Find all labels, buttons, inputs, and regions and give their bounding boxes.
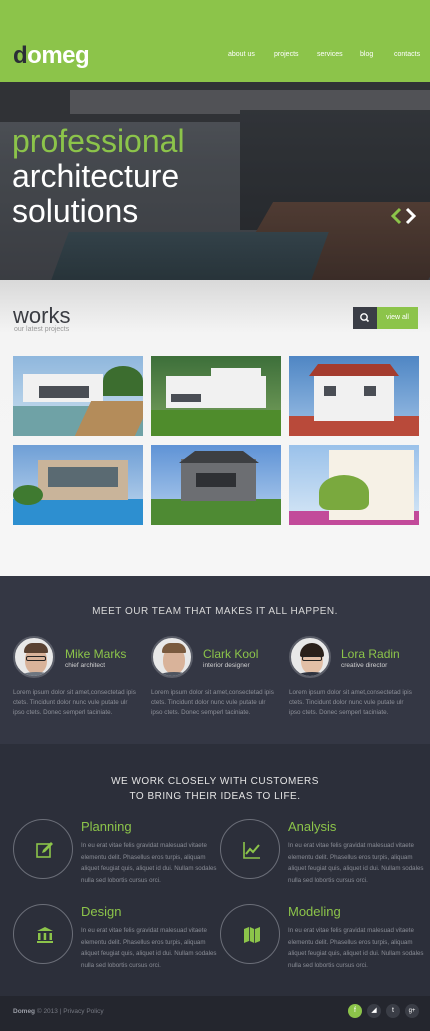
- service-title[interactable]: Planning: [81, 819, 132, 834]
- team-member-2: Clark Kool interior designer Lorem ipsum…: [151, 636, 276, 736]
- service-text: In eu erat vitae felis gravidat malesuad…: [288, 927, 424, 969]
- team-member-3: Lora Radin creative director Lorem ipsum…: [289, 636, 414, 736]
- member-bio: Lorem ipsum dolor sit amet,consectetad i…: [151, 689, 274, 716]
- service-icon-circle[interactable]: [13, 819, 73, 879]
- services-heading: WE WORK CLOSELY WITH CUSTOMERS TO BRING …: [0, 774, 430, 804]
- project-thumb-5[interactable]: [151, 445, 281, 525]
- nav-contacts[interactable]: contacts: [394, 51, 420, 58]
- main-nav: about us projects services blog contacts: [0, 51, 430, 63]
- google-plus-icon[interactable]: g+: [405, 1004, 419, 1018]
- service-text: In eu erat vitae felis gravidat malesuad…: [81, 842, 217, 884]
- twitter-icon[interactable]: t: [386, 1004, 400, 1018]
- team-section: MEET OUR TEAM THAT MAKES IT ALL HAPPEN. …: [0, 576, 430, 744]
- service-title[interactable]: Analysis: [288, 819, 336, 834]
- nav-projects[interactable]: projects: [274, 51, 299, 58]
- footer-copy-text[interactable]: © 2013 | Privacy Policy: [37, 1008, 104, 1015]
- service-icon-circle[interactable]: [13, 904, 73, 964]
- rss-icon[interactable]: ◢: [367, 1004, 381, 1018]
- service-title[interactable]: Design: [81, 904, 121, 919]
- member-role: interior designer: [203, 662, 250, 669]
- services-heading-line2: TO BRING THEIR IDEAS TO LIFE.: [129, 791, 301, 802]
- avatar: [13, 636, 55, 678]
- service-planning: Planning In eu erat vitae felis gravidat…: [13, 819, 218, 889]
- institution-icon: [37, 927, 53, 943]
- member-bio: Lorem ipsum dolor sit amet,consectetad i…: [289, 689, 412, 716]
- footer-copyright: Domeg © 2013 | Privacy Policy: [13, 1008, 104, 1015]
- project-thumb-1[interactable]: [13, 356, 143, 436]
- project-thumb-2[interactable]: [151, 356, 281, 436]
- nav-services[interactable]: services: [317, 51, 343, 58]
- works-subtitle: our latest projects: [14, 326, 70, 333]
- hero-title-line3: solutions: [12, 193, 139, 229]
- nav-about-us[interactable]: about us: [228, 51, 255, 58]
- view-all-button[interactable]: view all: [377, 307, 418, 329]
- service-icon-circle[interactable]: [220, 904, 280, 964]
- member-role: creative director: [341, 662, 388, 669]
- search-button[interactable]: [353, 307, 377, 329]
- service-text: In eu erat vitae felis gravidat malesuad…: [288, 842, 424, 884]
- works-section: works our latest projects view all: [0, 280, 430, 576]
- chevron-right-icon[interactable]: [404, 206, 418, 226]
- facebook-icon[interactable]: f: [348, 1004, 362, 1018]
- project-thumb-3[interactable]: [289, 356, 419, 436]
- site-footer: Domeg © 2013 | Privacy Policy f ◢ t g+: [0, 996, 430, 1031]
- member-role: chief architect: [65, 662, 106, 669]
- service-modeling: Modeling In eu erat vitae felis gravidat…: [220, 904, 425, 974]
- site-header: domeg about us projects services blog co…: [0, 0, 430, 82]
- hero-title-line1: professional: [12, 123, 185, 159]
- member-name[interactable]: Lora Radin: [341, 647, 400, 661]
- member-bio: Lorem ipsum dolor sit amet,consectetad i…: [13, 689, 136, 716]
- pencil-square-icon: [36, 842, 53, 858]
- service-analysis: Analysis In eu erat vitae felis gravidat…: [220, 819, 425, 889]
- service-title[interactable]: Modeling: [288, 904, 341, 919]
- hero-slider: professional architecture solutions: [0, 82, 430, 280]
- project-thumb-4[interactable]: [13, 445, 143, 525]
- services-heading-line1: WE WORK CLOSELY WITH CUSTOMERS: [111, 776, 319, 787]
- member-name[interactable]: Clark Kool: [203, 647, 258, 661]
- chevron-left-icon[interactable]: [389, 206, 403, 226]
- service-design: Design In eu erat vitae felis gravidat m…: [13, 904, 218, 974]
- team-member-1: Mike Marks chief architect Lorem ipsum d…: [13, 636, 138, 736]
- member-name[interactable]: Mike Marks: [65, 647, 126, 661]
- avatar: [289, 636, 331, 678]
- avatar: [151, 636, 193, 678]
- search-icon: [360, 313, 370, 323]
- services-section: WE WORK CLOSELY WITH CUSTOMERS TO BRING …: [0, 744, 430, 996]
- project-thumb-6[interactable]: [289, 445, 419, 525]
- service-icon-circle[interactable]: [220, 819, 280, 879]
- service-text: In eu erat vitae felis gravidat malesuad…: [81, 927, 217, 969]
- map-icon: [244, 927, 260, 943]
- footer-brand: Domeg: [13, 1008, 36, 1015]
- team-heading: MEET OUR TEAM THAT MAKES IT ALL HAPPEN.: [92, 606, 338, 617]
- hero-title-line2: architecture: [12, 158, 180, 194]
- line-chart-icon: [243, 842, 260, 859]
- nav-blog[interactable]: blog: [360, 51, 373, 58]
